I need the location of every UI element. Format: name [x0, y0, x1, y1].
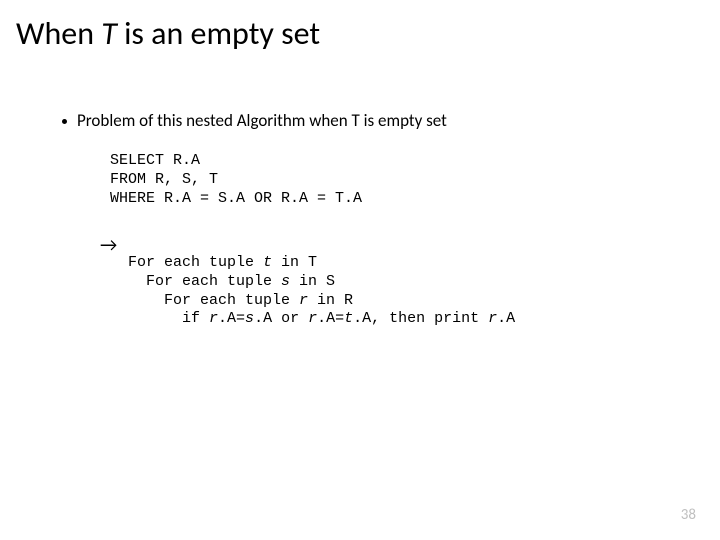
bullet-text: Problem of this nested Algorithm when T …: [77, 110, 447, 131]
sql-line-3: WHERE R.A = S.A OR R.A = T.A: [110, 190, 362, 207]
algo-l3v: r: [299, 292, 308, 309]
sql-line-2: FROM R, S, T: [110, 171, 218, 188]
algo-l4b: .A=: [218, 310, 245, 327]
title-pre: When: [16, 14, 101, 53]
algo-l4e: .A, then print: [353, 310, 488, 327]
algo-l3a: For each tuple: [128, 292, 299, 309]
algo-l4a: if: [128, 310, 209, 327]
algo-l4c: .A or: [254, 310, 308, 327]
arrow-icon: →: [100, 234, 117, 257]
algo-l4v1: r: [209, 310, 218, 327]
algo-l3b: in R: [308, 292, 353, 309]
algo-l4v3: r: [308, 310, 317, 327]
title-post: is an empty set: [117, 14, 320, 53]
sql-line-1: SELECT R.A: [110, 152, 200, 169]
algo-l2v: s: [281, 273, 290, 290]
algo-l4v5: r: [488, 310, 497, 327]
bullet-icon: [62, 119, 67, 124]
algo-l4f: .A: [497, 310, 515, 327]
algo-l4v2: s: [245, 310, 254, 327]
algo-l4v4: t: [344, 310, 353, 327]
title-var: T: [101, 14, 117, 53]
algo-block: For each tuple t in T For each tuple s i…: [128, 254, 515, 329]
algo-l2a: For each tuple: [128, 273, 281, 290]
algo-l4d: .A=: [317, 310, 344, 327]
page-number: 38: [681, 506, 696, 524]
algo-l1a: For each tuple: [128, 254, 263, 271]
slide-title: When T is an empty set: [16, 14, 320, 53]
bullet-item: Problem of this nested Algorithm when T …: [62, 110, 447, 131]
algo-l2b: in S: [290, 273, 335, 290]
algo-l1v: t: [263, 254, 272, 271]
slide: When T is an empty set Problem of this n…: [0, 0, 720, 540]
algo-l1b: in T: [272, 254, 317, 271]
sql-block: SELECT R.A FROM R, S, T WHERE R.A = S.A …: [110, 152, 362, 208]
